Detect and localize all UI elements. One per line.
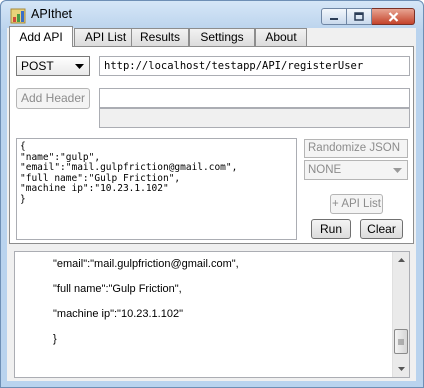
randomize-mode-select[interactable]: NONE xyxy=(304,160,408,180)
scroll-down-button[interactable] xyxy=(393,361,409,377)
minimize-button[interactable] xyxy=(321,8,347,25)
url-input[interactable]: http://localhost/testapp/API/registerUse… xyxy=(99,56,410,76)
title-bar[interactable]: APIthet xyxy=(1,1,423,29)
app-icon xyxy=(10,8,26,24)
tab-api-list[interactable]: API List xyxy=(74,28,137,46)
maximize-icon xyxy=(354,12,364,21)
json-body-editor[interactable]: { "name":"gulp", "email":"mail.gulpfrict… xyxy=(16,138,297,240)
header-name-input[interactable] xyxy=(99,88,410,108)
json-line: } xyxy=(20,193,26,205)
scroll-up-button[interactable] xyxy=(393,252,409,268)
minimize-icon xyxy=(330,17,338,20)
json-line: "email":"mail.gulpfriction@gmail.com", xyxy=(20,162,238,173)
close-icon xyxy=(388,11,398,22)
output-line: } xyxy=(53,333,57,345)
output-scrollbar[interactable] xyxy=(392,252,409,377)
json-line: { xyxy=(20,141,26,152)
output-line: "email":"mail.gulpfriction@gmail.com", xyxy=(53,258,239,270)
tab-add-api[interactable]: Add API xyxy=(9,26,73,47)
json-line: "machine ip":"10.23.1.102" xyxy=(20,183,169,194)
add-header-button[interactable]: Add Header xyxy=(16,88,90,109)
randomize-mode-value: NONE xyxy=(308,164,342,176)
run-button[interactable]: Run xyxy=(311,219,351,239)
scrollbar-thumb[interactable] xyxy=(394,329,408,354)
header-value-input[interactable] xyxy=(99,108,410,128)
output-line: "machine ip":"10.23.1.102" xyxy=(53,308,183,320)
close-button[interactable] xyxy=(372,8,415,25)
clear-button[interactable]: Clear xyxy=(360,219,403,239)
chevron-down-icon xyxy=(75,64,84,69)
method-select-value: POST xyxy=(21,59,54,73)
tab-about[interactable]: About xyxy=(255,28,307,46)
add-to-api-list-button[interactable]: + API List xyxy=(330,194,383,214)
method-select[interactable]: POST xyxy=(16,56,90,76)
tab-results[interactable]: Results xyxy=(131,28,189,46)
output-panel[interactable]: "email":"mail.gulpfriction@gmail.com", "… xyxy=(14,251,410,378)
chevron-up-icon xyxy=(397,258,405,262)
output-line: "full name":"Gulp Friction", xyxy=(53,283,182,295)
grip-icon xyxy=(398,339,404,344)
window-title: APIthet xyxy=(31,7,72,21)
tab-settings[interactable]: Settings xyxy=(189,28,255,46)
chevron-down-icon xyxy=(393,168,402,173)
randomize-json-field[interactable]: Randomize JSON xyxy=(304,139,408,158)
maximize-button[interactable] xyxy=(347,8,372,25)
chevron-down-icon xyxy=(397,367,405,371)
